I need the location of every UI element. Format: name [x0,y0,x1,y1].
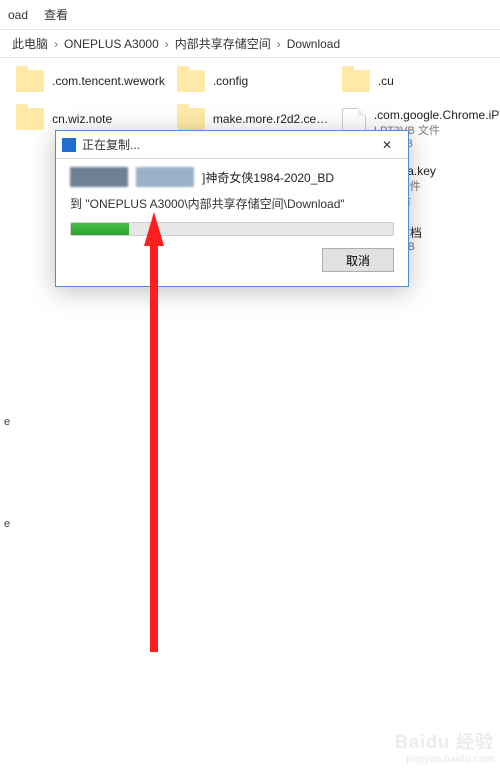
progress-bar [70,222,394,236]
menu-view[interactable]: 查看 [44,6,68,23]
cancel-button[interactable]: 取消 [322,248,394,272]
close-icon: ✕ [382,138,392,152]
source-thumb-icon [70,167,128,187]
file-list-pane: e e .com.tencent.wework cn.wiz.note .con… [0,58,500,530]
breadcrumb[interactable]: 此电脑 › ONEPLUS A3000 › 内部共享存储空间 › Downloa… [0,30,500,58]
window-header: oad 查看 [0,0,500,30]
destination-row: 到 "ONEPLUS A3000\内部共享存储空间\Download" [70,195,394,212]
dialog-title-text: 正在复制... [82,136,140,153]
folder-item[interactable]: .com.tencent.wework [10,66,171,96]
folder-label: cn.wiz.note [52,112,112,126]
watermark-brand: Baidu 经验 [395,732,494,752]
crumb-download[interactable]: Download [283,35,344,53]
crumb-device[interactable]: ONEPLUS A3000 [60,35,163,53]
folder-icon [342,70,370,92]
dialog-titlebar[interactable]: 正在复制... ✕ [56,131,408,159]
crumb-internal-storage[interactable]: 内部共享存储空间 [171,33,275,54]
progress-fill [71,223,129,235]
source-filename: ]神奇女侠1984-2020_BD [202,169,334,186]
folder-icon [16,108,44,130]
chevron-right-icon: › [54,37,58,51]
file-label: .com.google.Chrome.iPT [374,108,500,122]
source-row: ]神奇女侠1984-2020_BD [70,167,394,187]
folder-item[interactable]: .config [171,66,336,96]
chevron-right-icon: › [165,37,169,51]
folder-item[interactable]: .cu [336,66,500,96]
dest-prefix: 到 [70,197,82,211]
watermark-sub: jingyan.baidu.com [395,754,494,765]
folder-label: make.more.r2d2.cellular_z [213,112,330,126]
tab-title-partial: oad [8,8,28,22]
folder-icon [16,70,44,92]
app-icon [62,138,76,152]
close-button[interactable]: ✕ [372,135,402,155]
copy-dialog: 正在复制... ✕ ]神奇女侠1984-2020_BD 到 "ONEPLUS A… [55,130,409,287]
crumb-this-pc[interactable]: 此电脑 [8,33,52,54]
folder-icon [177,70,205,92]
folder-icon [177,108,205,130]
dest-path: "ONEPLUS A3000\内部共享存储空间\Download" [85,197,344,211]
watermark: Baidu 经验 jingyan.baidu.com [395,728,494,765]
folder-label: .config [213,74,248,88]
chevron-right-icon: › [277,37,281,51]
folder-label: .cu [378,74,394,88]
folder-label: .com.tencent.wework [52,74,165,88]
source-thumb-icon [136,167,194,187]
